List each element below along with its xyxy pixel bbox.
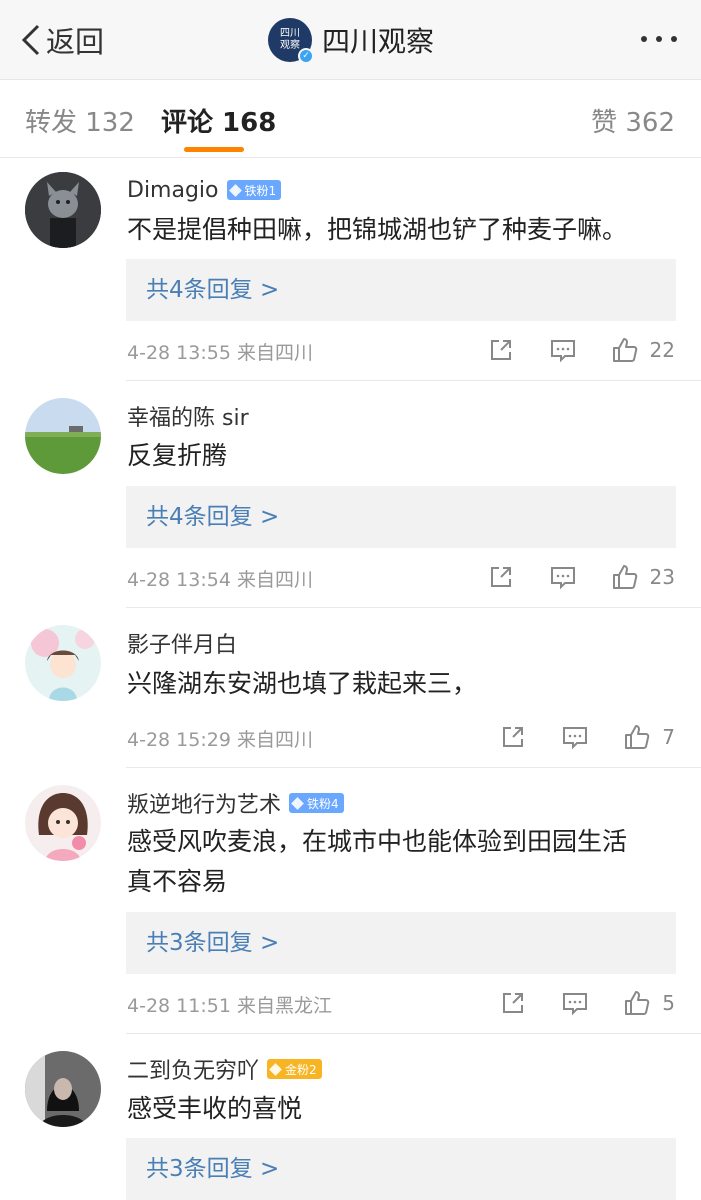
comment-actions: 23 xyxy=(486,562,675,592)
avatar[interactable] xyxy=(25,625,101,701)
share-icon[interactable] xyxy=(486,335,516,365)
username[interactable]: Dimagio xyxy=(127,178,219,203)
comment-text: 反复折腾 xyxy=(127,441,228,470)
tab-comments[interactable]: 评论 168 xyxy=(161,102,276,139)
comment-time: 4-28 13:55 xyxy=(127,342,231,364)
divider xyxy=(126,767,701,768)
username[interactable]: 二到负无穷吖 xyxy=(127,1053,259,1085)
avatar[interactable] xyxy=(25,172,101,248)
fan-badge: 铁粉1 xyxy=(226,180,282,200)
comment-meta: 4-28 11:51 来自黑龙江 xyxy=(127,991,332,1018)
tab-repost[interactable]: 转发 132 xyxy=(25,102,135,139)
like-icon[interactable] xyxy=(622,988,652,1018)
top-nav-bar: 返回 四川 观察 ✓ 四川观察 xyxy=(0,0,701,80)
username[interactable]: 影子伴月白 xyxy=(127,627,237,659)
comment-text: 感受风吹麦浪，在城市中也能体验到田园生活 真不容易 xyxy=(127,827,628,896)
account-title[interactable]: 四川 观察 ✓ 四川观察 xyxy=(268,17,435,64)
comment-location: 来自四川 xyxy=(236,729,313,751)
comment-time: 4-28 13:54 xyxy=(127,569,231,591)
comment-text: 感受丰收的喜悦 xyxy=(127,1094,303,1123)
comment-meta: 4-28 13:55 来自四川 xyxy=(127,338,313,365)
view-replies-link[interactable]: 共4条回复 > xyxy=(126,486,676,548)
comment-meta: 4-28 15:29 来自四川 xyxy=(127,725,313,752)
like-count: 5 xyxy=(662,991,675,1015)
comment-location: 来自黑龙江 xyxy=(236,995,332,1017)
chevron-left-icon xyxy=(21,24,40,56)
comment-actions: 22 xyxy=(486,335,675,365)
avatar[interactable] xyxy=(25,1051,101,1127)
like-count: 23 xyxy=(649,565,675,589)
comment-meta: 4-28 13:54 来自四川 xyxy=(127,565,313,592)
comment-location: 来自四川 xyxy=(236,342,313,364)
divider xyxy=(126,1033,701,1034)
verified-icon: ✓ xyxy=(298,48,314,64)
username[interactable]: 叛逆地行为艺术 xyxy=(127,787,281,819)
like-icon[interactable] xyxy=(622,722,652,752)
comment-icon[interactable] xyxy=(548,335,578,365)
comment-icon[interactable] xyxy=(560,988,590,1018)
view-replies-link[interactable]: 共3条回复 > xyxy=(126,912,676,974)
comment-text: 兴隆湖东安湖也填了栽起来三， xyxy=(127,669,478,698)
back-label: 返回 xyxy=(46,25,105,59)
comment-location: 来自四川 xyxy=(236,569,313,591)
avatar[interactable] xyxy=(25,785,101,861)
like-count: 22 xyxy=(649,338,675,362)
account-logo: 四川 观察 ✓ xyxy=(268,18,314,64)
fan-badge: 铁粉4 xyxy=(289,793,344,813)
share-icon[interactable] xyxy=(498,988,528,1018)
like-icon[interactable] xyxy=(610,562,640,592)
back-button[interactable]: 返回 xyxy=(18,20,104,60)
fan-badge: 金粉2 xyxy=(267,1059,322,1079)
tab-likes[interactable]: 赞 362 xyxy=(591,102,675,139)
active-tab-indicator xyxy=(184,147,244,152)
view-replies-link[interactable]: 共4条回复 > xyxy=(126,259,676,321)
like-count: 7 xyxy=(662,725,675,749)
comment-icon[interactable] xyxy=(548,562,578,592)
view-replies-link[interactable]: 共3条回复 > xyxy=(126,1138,676,1200)
comment-actions: 5 xyxy=(498,988,675,1018)
divider xyxy=(126,380,701,381)
comment-icon[interactable] xyxy=(560,722,590,752)
comment-text: 不是提倡种田嘛，把锦城湖也铲了种麦子嘛。 xyxy=(127,215,628,244)
tab-bar: 转发 132 评论 168 赞 362 xyxy=(0,80,701,158)
avatar[interactable] xyxy=(25,398,101,474)
more-options-icon[interactable] xyxy=(641,36,677,42)
username[interactable]: 幸福的陈 sir xyxy=(127,400,249,432)
comment-time: 4-28 15:29 xyxy=(127,729,231,751)
share-icon[interactable] xyxy=(486,562,516,592)
comment-time: 4-28 11:51 xyxy=(127,995,231,1017)
comment-actions: 7 xyxy=(498,722,675,752)
like-icon[interactable] xyxy=(610,335,640,365)
share-icon[interactable] xyxy=(498,722,528,752)
account-name: 四川观察 xyxy=(322,25,435,58)
divider xyxy=(126,607,701,608)
